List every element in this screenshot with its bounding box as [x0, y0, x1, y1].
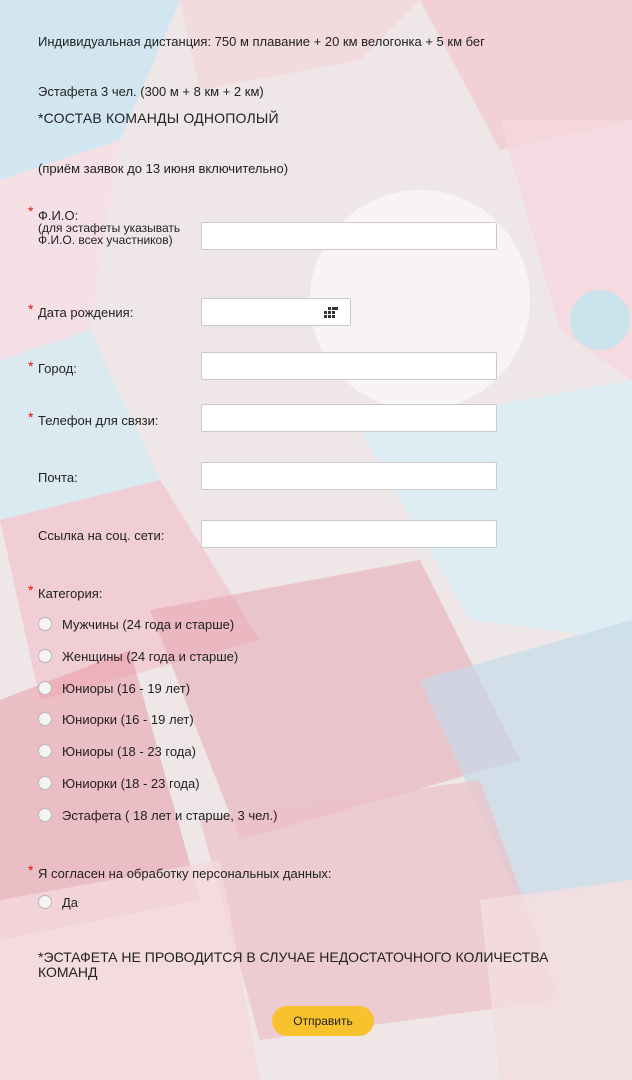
required-mark: *: [28, 582, 34, 598]
phone-input[interactable]: [201, 404, 497, 432]
consent-option[interactable]: Да: [38, 892, 78, 912]
consent-label: Я согласен на обработку персональных дан…: [38, 866, 332, 881]
category-label: Категория:: [38, 586, 103, 601]
social-link-input[interactable]: [201, 520, 497, 548]
radio-button[interactable]: [38, 744, 52, 758]
category-option[interactable]: Юниоры (18 - 23 года): [38, 741, 196, 761]
city-input[interactable]: [201, 352, 497, 380]
required-mark: *: [28, 409, 34, 425]
category-option[interactable]: Юниоры (16 - 19 лет): [38, 678, 190, 698]
category-option-label: Эстафета ( 18 лет и старше, 3 чел.): [62, 807, 278, 823]
fio-hint: (для эстафеты указывать Ф.И.О. всех учас…: [38, 221, 181, 247]
email-input[interactable]: [201, 462, 497, 490]
category-option-label: Мужчины (24 года и старше): [62, 616, 235, 632]
category-option-label: Юниорки (18 - 23 года): [62, 775, 200, 791]
category-option[interactable]: Юниорки (18 - 23 года): [38, 773, 200, 793]
category-option[interactable]: Женщины (24 года и старше): [38, 646, 238, 666]
required-mark: *: [28, 301, 34, 317]
social-link-label: Ссылка на соц. сети:: [38, 528, 165, 543]
radio-button[interactable]: [38, 617, 52, 631]
radio-button[interactable]: [38, 681, 52, 695]
email-label: Почта:: [38, 470, 78, 485]
registration-form: Индивидуальная дистанция: 750 м плавание…: [0, 0, 632, 1080]
radio-button[interactable]: [38, 649, 52, 663]
relay-distance-text: Эстафета 3 чел. (300 м + 8 км + 2 км): [38, 84, 264, 99]
team-composition-note: *СОСТАВ КОМАНДЫ ОДНОПОЛЫЙ: [38, 110, 279, 126]
radio-button[interactable]: [38, 808, 52, 822]
fio-input[interactable]: [201, 222, 497, 250]
category-option-label: Женщины (24 года и старше): [62, 648, 239, 664]
radio-button[interactable]: [38, 776, 52, 790]
category-option[interactable]: Эстафета ( 18 лет и старше, 3 чел.): [38, 805, 277, 825]
category-option-label: Юниорки (16 - 19 лет): [62, 711, 194, 727]
required-mark: *: [28, 358, 34, 374]
radio-button[interactable]: [38, 895, 52, 909]
birth-date-label: Дата рождения:: [38, 305, 134, 320]
category-option[interactable]: Юниорки (16 - 19 лет): [38, 709, 194, 729]
birth-date-input[interactable]: [201, 298, 351, 326]
deadline-text: (приём заявок до 13 июня включительно): [38, 161, 289, 176]
required-mark: *: [28, 862, 34, 878]
category-option[interactable]: Мужчины (24 года и старше): [38, 614, 234, 634]
calendar-grid-icon[interactable]: [324, 307, 338, 319]
individual-distance-text: Индивидуальная дистанция: 750 м плавание…: [38, 34, 485, 49]
submit-button[interactable]: Отправить: [272, 1006, 374, 1036]
relay-warning-note: *ЭСТАФЕТА НЕ ПРОВОДИТСЯ В СЛУЧАЕ НЕДОСТА…: [38, 949, 549, 980]
phone-label: Телефон для связи:: [38, 413, 159, 428]
consent-option-label: Да: [62, 894, 79, 910]
city-label: Город:: [38, 361, 77, 376]
required-mark: *: [28, 203, 34, 219]
radio-button[interactable]: [38, 712, 52, 726]
category-option-label: Юниоры (16 - 19 лет): [62, 680, 191, 696]
category-option-label: Юниоры (18 - 23 года): [62, 743, 196, 759]
